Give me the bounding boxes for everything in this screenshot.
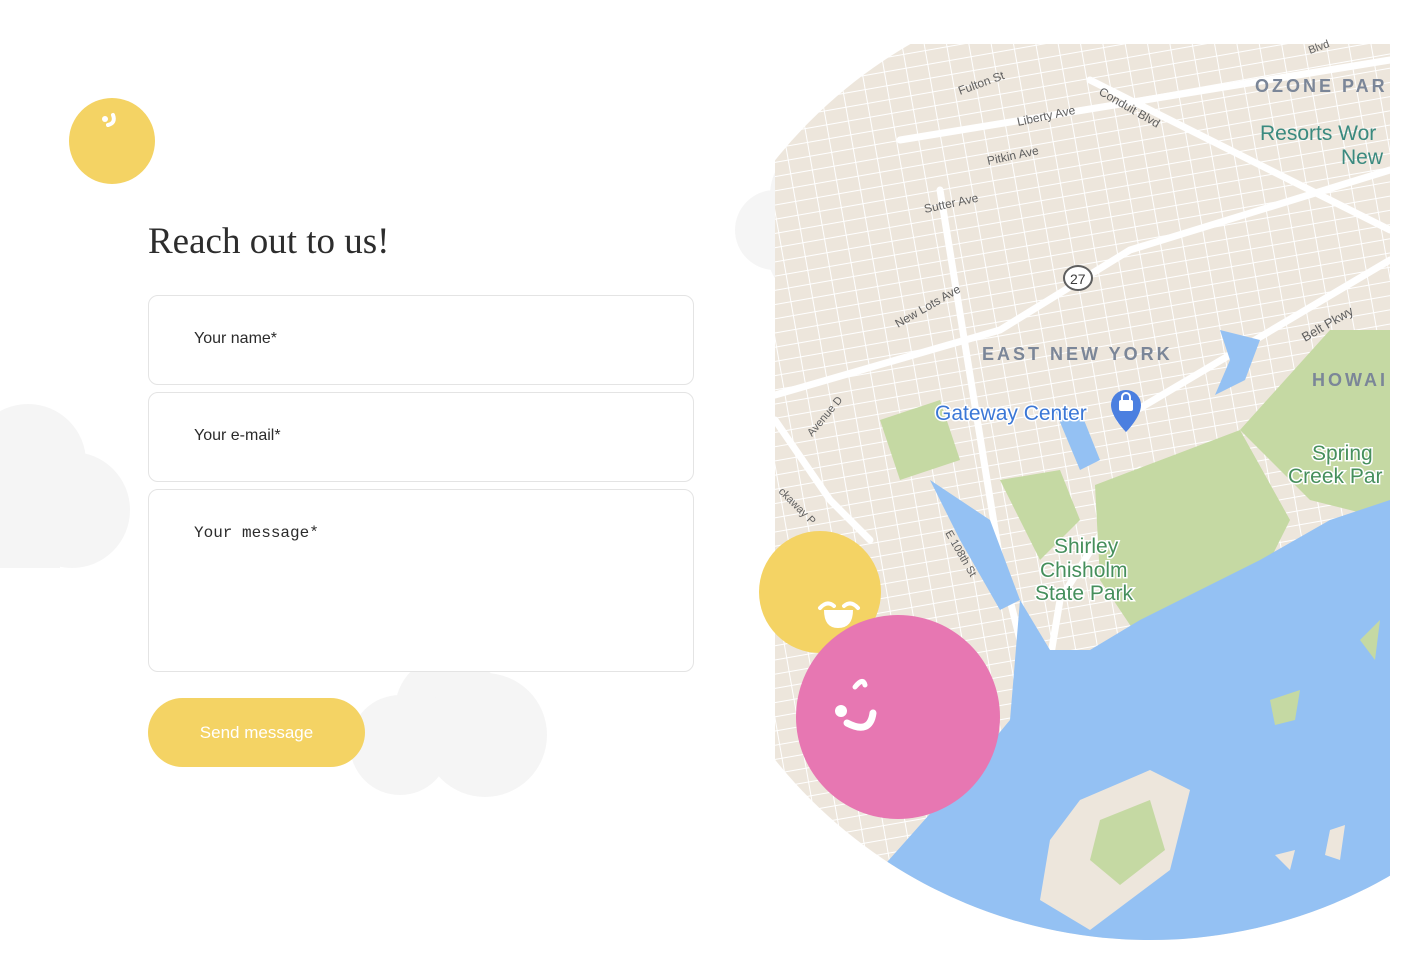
map-label-gateway: Gateway Center [935,402,1087,425]
map-label-howard: HOWAI [1312,370,1388,390]
email-placeholder: Your e-mail* [194,427,281,444]
message-textarea[interactable]: Your message* [148,489,694,672]
message-placeholder: Your message* [194,524,319,542]
name-placeholder: Your name* [194,330,278,347]
map-label-shirley-2: Chisholm [1040,559,1128,582]
map-label-spring-2: Creek Par [1288,465,1383,488]
map-label-resorts-1: Resorts Wor [1260,122,1376,145]
map-label-resorts-2: New [1341,146,1384,169]
map-label-shirley-3: State Park [1035,582,1134,605]
map-label-spring-1: Spring [1312,442,1373,465]
map-label-ozone: OZONE PAR [1255,76,1388,96]
map-label-east-new-york: EAST NEW YORK [982,344,1173,364]
map-label-route: 27 [1070,271,1086,287]
send-message-button[interactable]: Send message [148,698,365,767]
map-label-shirley-1: Shirley [1054,535,1119,558]
pink-smiley-icon [796,615,1000,819]
page-title: Reach out to us! [148,221,390,262]
email-input[interactable]: Your e-mail* [148,392,694,482]
name-input[interactable]: Your name* [148,295,694,385]
route-shield-icon: 27 [1063,265,1093,291]
